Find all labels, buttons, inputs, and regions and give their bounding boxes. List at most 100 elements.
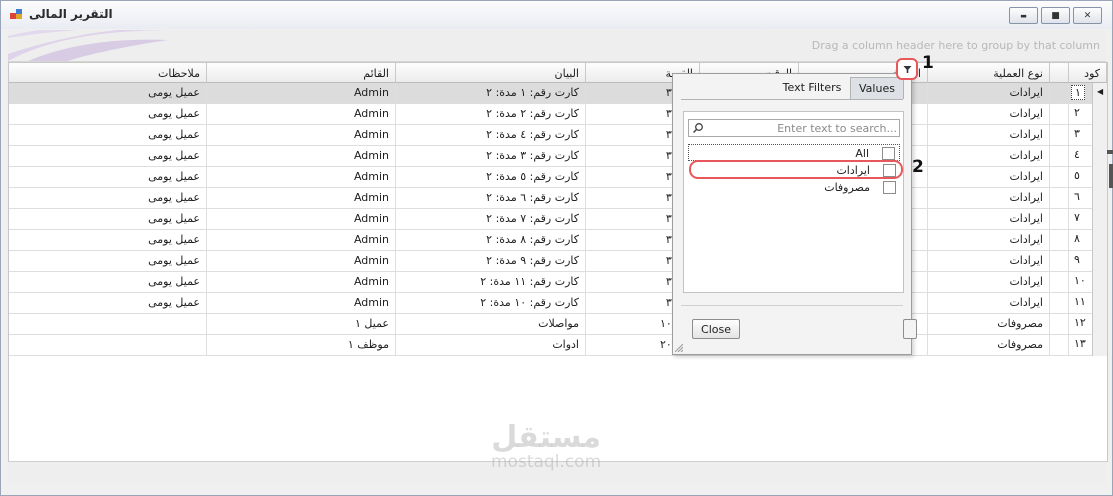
ok-button-partial[interactable]: [903, 319, 917, 339]
cell-user[interactable]: Admin: [207, 125, 396, 145]
filter-checkbox[interactable]: [883, 181, 896, 194]
header-statement[interactable]: البيان: [396, 63, 586, 83]
table-row[interactable]: ١١ايرادات٣٠,٠٠كارت رقم: ١٠ مدة: ٢Adminعم…: [9, 293, 1107, 314]
table-row[interactable]: ٩ايرادات٣٠,٠٠كارت رقم: ٩ مدة: ٢Adminعميل…: [9, 251, 1107, 272]
cell-operation-type[interactable]: ايرادات: [928, 293, 1050, 313]
cell-user[interactable]: Admin: [207, 209, 396, 229]
cell-notes[interactable]: عميل يومى: [9, 293, 207, 313]
header-code[interactable]: كود: [1069, 63, 1107, 83]
table-row[interactable]: ٥ايرادات٣٠,٠٠كارت رقم: ٥ مدة: ٢Adminعميل…: [9, 167, 1107, 188]
cell-statement[interactable]: كارت رقم: ٩ مدة: ٢: [396, 251, 586, 271]
column-filter-button[interactable]: [896, 58, 918, 80]
row-indicator[interactable]: [1092, 230, 1107, 251]
cell-statement[interactable]: كارت رقم: ٧ مدة: ٢: [396, 209, 586, 229]
cell-user[interactable]: Admin: [207, 230, 396, 250]
cell-notes[interactable]: عميل يومى: [9, 209, 207, 229]
cell-operation-type[interactable]: ايرادات: [928, 146, 1050, 166]
cell-user[interactable]: Admin: [207, 188, 396, 208]
cell-statement[interactable]: كارت رقم: ٦ مدة: ٢: [396, 188, 586, 208]
tab-text-filters[interactable]: Text Filters: [777, 77, 847, 99]
cell-operation-type[interactable]: ايرادات: [928, 272, 1050, 292]
filter-item-expenses[interactable]: مصروفات: [688, 179, 900, 196]
cell-statement[interactable]: كارت رقم: ١٠ مدة: ٢: [396, 293, 586, 313]
cell-operation-type[interactable]: مصروفات: [928, 335, 1050, 355]
row-indicator[interactable]: [1092, 146, 1107, 167]
cell-statement[interactable]: كارت رقم: ١١ مدة: ٢: [396, 272, 586, 292]
cell-statement[interactable]: كارت رقم: ٨ مدة: ٢: [396, 230, 586, 250]
cell-notes[interactable]: عميل يومى: [9, 125, 207, 145]
cell-statement[interactable]: كارت رقم: ١ مدة: ٢: [396, 83, 586, 103]
table-row[interactable]: ١٢مصروفات١٠٠,٠٠مواصلاتعميل ١: [9, 314, 1107, 335]
cell-user[interactable]: Admin: [207, 272, 396, 292]
table-row[interactable]: ٢ايرادات٣٠,٠٠كارت رقم: ٢ مدة: ٢Adminعميل…: [9, 104, 1107, 125]
cell-notes[interactable]: عميل يومى: [9, 104, 207, 124]
row-indicator[interactable]: [1092, 314, 1107, 335]
cell-statement[interactable]: مواصلات: [396, 314, 586, 334]
table-row[interactable]: ٦ايرادات٣٠,٠٠كارت رقم: ٦ مدة: ٢Adminعميل…: [9, 188, 1107, 209]
header-user[interactable]: القائم: [207, 63, 396, 83]
cell-operation-type[interactable]: مصروفات: [928, 314, 1050, 334]
cell-statement[interactable]: كارت رقم: ٤ مدة: ٢: [396, 125, 586, 145]
filter-item-all[interactable]: All: [688, 144, 900, 161]
row-indicator[interactable]: [1092, 251, 1107, 272]
cell-operation-type[interactable]: ايرادات: [928, 209, 1050, 229]
cell-user[interactable]: Admin: [207, 104, 396, 124]
cell-operation-type[interactable]: ايرادات: [928, 125, 1050, 145]
cell-operation-type[interactable]: ايرادات: [928, 230, 1050, 250]
row-indicator[interactable]: [1092, 104, 1107, 125]
table-row[interactable]: ٤ايرادات٣٠,٠٠كارت رقم: ٣ مدة: ٢Adminعميل…: [9, 146, 1107, 167]
tab-values[interactable]: Values: [850, 77, 904, 99]
table-row[interactable]: ٣ايرادات٣٠,٠٠كارت رقم: ٤ مدة: ٢Adminعميل…: [9, 125, 1107, 146]
cell-user[interactable]: عميل ١: [207, 314, 396, 334]
close-window-button[interactable]: ✕: [1073, 7, 1102, 24]
row-indicator[interactable]: ◀: [1092, 83, 1107, 104]
cell-notes[interactable]: عميل يومى: [9, 272, 207, 292]
cell-operation-type[interactable]: ايرادات: [928, 104, 1050, 124]
table-row[interactable]: ٨ايرادات٣٠,٠٠كارت رقم: ٨ مدة: ٢Adminعميل…: [9, 230, 1107, 251]
header-notes[interactable]: ملاحظات: [9, 63, 207, 83]
cell-notes[interactable]: [9, 335, 207, 355]
row-indicator[interactable]: [1092, 167, 1107, 188]
resize-grip-icon[interactable]: [675, 344, 683, 352]
cell-notes[interactable]: عميل يومى: [9, 188, 207, 208]
cell-notes[interactable]: [9, 314, 207, 334]
row-indicator[interactable]: [1092, 272, 1107, 293]
cell-statement[interactable]: كارت رقم: ٣ مدة: ٢: [396, 146, 586, 166]
row-indicator[interactable]: [1092, 188, 1107, 209]
cell-statement[interactable]: كارت رقم: ٥ مدة: ٢: [396, 167, 586, 187]
cell-notes[interactable]: عميل يومى: [9, 146, 207, 166]
cell-operation-type[interactable]: ايرادات: [928, 188, 1050, 208]
cell-user[interactable]: Admin: [207, 167, 396, 187]
cell-user[interactable]: موظف ١: [207, 335, 396, 355]
cell-notes[interactable]: عميل يومى: [9, 83, 207, 103]
table-row[interactable]: ١٣مصروفات٢٠٠,٠٠ادواتموظف ١: [9, 335, 1107, 356]
close-button[interactable]: Close: [692, 319, 740, 339]
minimize-button[interactable]: ▬: [1009, 7, 1038, 24]
cell-notes[interactable]: عميل يومى: [9, 251, 207, 271]
filter-search-box[interactable]: [688, 119, 901, 137]
maximize-button[interactable]: ■: [1041, 7, 1070, 24]
cell-statement[interactable]: ادوات: [396, 335, 586, 355]
cell-notes[interactable]: عميل يومى: [9, 230, 207, 250]
filter-checkbox[interactable]: [882, 147, 895, 160]
cell-operation-type[interactable]: ايرادات: [928, 83, 1050, 103]
table-row[interactable]: ٧ايرادات٣٠,٠٠كارت رقم: ٧ مدة: ٢Adminعميل…: [9, 209, 1107, 230]
cell-operation-type[interactable]: ايرادات: [928, 167, 1050, 187]
cell-statement[interactable]: كارت رقم: ٢ مدة: ٢: [396, 104, 586, 124]
cell-notes[interactable]: عميل يومى: [9, 167, 207, 187]
cell-user[interactable]: Admin: [207, 251, 396, 271]
cell-user[interactable]: Admin: [207, 146, 396, 166]
cell-user[interactable]: Admin: [207, 83, 396, 103]
row-indicator[interactable]: [1092, 293, 1107, 314]
minimize-icon: ▬: [1020, 11, 1027, 20]
table-row[interactable]: ١ايرادات٣٠,٠٠كارت رقم: ١ مدة: ٢Adminعميل…: [9, 83, 1107, 104]
row-indicator[interactable]: [1092, 335, 1107, 356]
row-indicator[interactable]: [1092, 209, 1107, 230]
cell-user[interactable]: Admin: [207, 293, 396, 313]
header-operation-type[interactable]: نوع العملية: [928, 63, 1050, 83]
group-by-panel[interactable]: Drag a column header here to group by th…: [8, 30, 1106, 62]
filter-search-input[interactable]: [707, 120, 901, 136]
row-indicator[interactable]: [1092, 125, 1107, 146]
table-row[interactable]: ١٠ايرادات٣٠,٠٠كارت رقم: ١١ مدة: ٢Adminعم…: [9, 272, 1107, 293]
cell-operation-type[interactable]: ايرادات: [928, 251, 1050, 271]
